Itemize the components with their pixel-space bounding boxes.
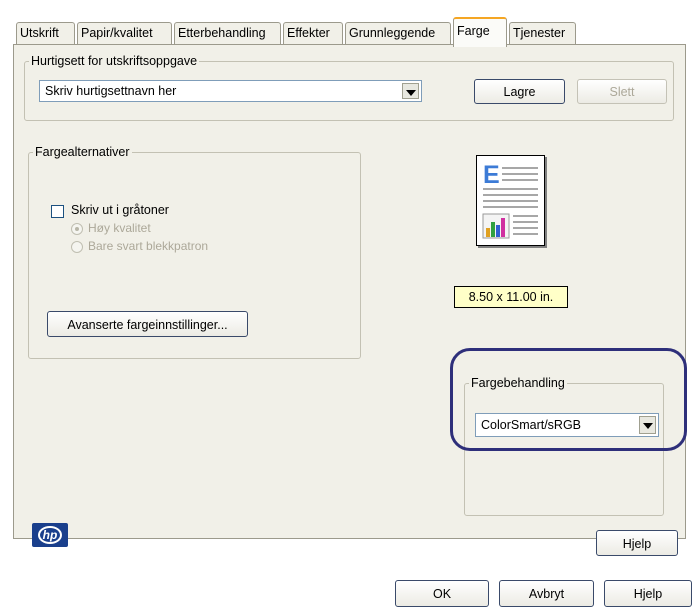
tab-utskrift[interactable]: Utskrift [16,22,75,44]
high-quality-label: Høy kvalitet [88,221,151,235]
cancel-button[interactable]: Avbryt [499,580,594,607]
hp-logo-text: hp [38,526,62,544]
help-button[interactable]: Hjelp [604,580,692,607]
document-preview: E [476,155,545,246]
tab-effekter[interactable]: Effekter [283,22,343,44]
advanced-color-settings-button[interactable]: Avanserte fargeinnstillinger... [47,311,248,337]
black-cartridge-radio[interactable] [71,241,83,253]
high-quality-radio[interactable] [71,223,83,235]
quickset-group: Hurtigsett for utskriftsoppgave Skriv hu… [24,54,674,121]
delete-button[interactable]: Slett [577,79,667,104]
panel-help-button[interactable]: Hjelp [596,530,678,556]
quickset-legend: Hurtigsett for utskriftsoppgave [31,54,198,68]
tab-tjenester[interactable]: Tjenester [509,22,576,44]
chevron-down-icon[interactable] [402,83,419,99]
hp-logo: hp [32,523,68,547]
color-options-group: Fargealternativer Skriv ut i gråtoner Hø… [28,145,361,359]
ok-button[interactable]: OK [395,580,489,607]
highlight-annotation [450,348,687,451]
quickset-combo[interactable]: Skriv hurtigsettnavn her [39,80,422,102]
tab-panel: Hurtigsett for utskriftsoppgave Skriv hu… [13,44,687,556]
doc-letter: E [483,161,500,189]
document-preview-icon: E [482,161,538,239]
color-options-legend: Fargealternativer [35,145,130,159]
paper-size-label: 8.50 x 11.00 in. [454,286,568,308]
black-cartridge-label: Bare svart blekkpatron [88,239,209,253]
save-button[interactable]: Lagre [474,79,565,104]
quickset-value: Skriv hurtigsettnavn her [45,84,177,98]
grayscale-checkbox[interactable] [51,205,64,218]
tab-grunnleggende[interactable]: Grunnleggende [345,22,451,44]
tab-papir-kvalitet[interactable]: Papir/kvalitet [77,22,172,44]
grayscale-label: Skriv ut i gråtoner [71,203,169,217]
tab-etterbehandling[interactable]: Etterbehandling [174,22,281,44]
tab-farge[interactable]: Farge [453,17,507,47]
